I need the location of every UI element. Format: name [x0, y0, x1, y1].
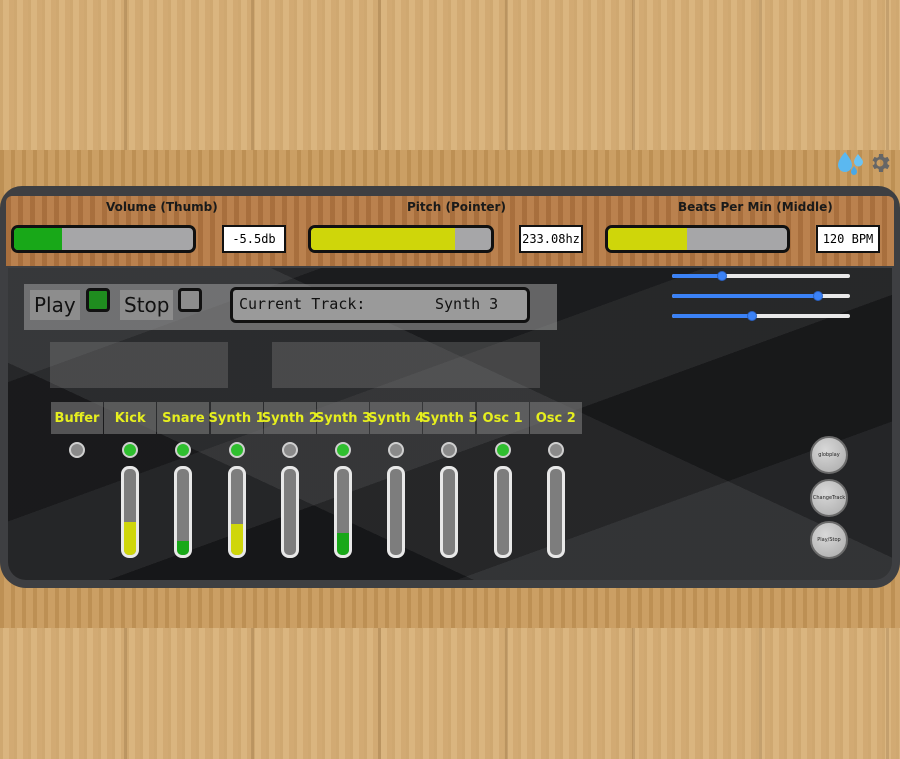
play-indicator [86, 288, 110, 312]
channel-label[interactable]: Synth 4 [368, 402, 424, 434]
channel-level-slider[interactable] [227, 466, 246, 558]
volume-meter-fill [14, 228, 63, 250]
stop-indicator [178, 288, 202, 312]
channel-active-indicator[interactable] [441, 442, 458, 458]
channel-level-slider[interactable] [174, 466, 193, 558]
pitch-meter[interactable] [308, 225, 494, 253]
channel-label[interactable]: Buffer [51, 402, 103, 434]
channel-label[interactable]: Synth 1 [209, 402, 265, 434]
channel-label[interactable]: Osc 2 [529, 402, 582, 434]
channel-active-indicator[interactable] [228, 442, 245, 458]
range-slider-fill [672, 274, 722, 278]
channel-label[interactable]: Kick [104, 402, 157, 434]
current-track-label: Current Track: [239, 295, 366, 313]
volume-label: Volume (Thumb) [106, 200, 218, 214]
channel-active-indicator[interactable] [494, 442, 511, 458]
channel-level-slider[interactable] [546, 466, 565, 558]
water-drops-icon[interactable] [836, 150, 866, 176]
range-slider-thumb[interactable] [747, 311, 758, 321]
gear-icon[interactable] [868, 151, 892, 175]
channel-level-slider[interactable] [387, 466, 406, 558]
mixer-device: Volume (Thumb) -5.5db Pitch (Pointer) 23… [0, 186, 900, 588]
bpm-meter-fill [608, 228, 687, 250]
channel-active-indicator[interactable] [281, 442, 298, 458]
channel-label[interactable]: Synth 3 [315, 402, 371, 434]
range-slider-2[interactable] [672, 291, 850, 301]
range-slider-1[interactable] [672, 271, 850, 281]
channel-level-slider[interactable] [493, 466, 512, 558]
channel-level-slider[interactable] [280, 466, 299, 558]
channel-active-indicator[interactable] [69, 442, 85, 458]
play-stop-button[interactable]: Play/Stop [810, 521, 848, 559]
play-button[interactable]: Play [30, 290, 80, 320]
mixer-main-panel: Play Stop Current Track: Synth 3 Buffer K… [8, 268, 892, 580]
bpm-readout: 120 BPM [816, 225, 880, 253]
range-slider-thumb[interactable] [716, 271, 727, 281]
current-track-value: Synth 3 [435, 295, 499, 313]
channel-level-fill [337, 532, 349, 555]
empty-panel-right [272, 342, 540, 388]
channel-level-fill [230, 524, 243, 555]
top-icons [836, 150, 892, 176]
channel-active-indicator[interactable] [175, 442, 192, 458]
globplay-button[interactable]: globplay [810, 436, 848, 474]
channel-label[interactable]: Synth 5 [421, 402, 477, 434]
range-slider-fill [672, 314, 753, 318]
channel-label[interactable]: Snare [157, 402, 210, 434]
range-slider-fill [672, 294, 818, 298]
pitch-label: Pitch (Pointer) [407, 200, 506, 214]
channel-level-slider[interactable] [334, 466, 352, 558]
volume-readout: -5.5db [222, 225, 286, 253]
channel-label[interactable]: Synth 2 [262, 402, 318, 434]
stop-button[interactable]: Stop [120, 290, 174, 320]
channel-level-slider[interactable] [440, 466, 459, 558]
change-track-button[interactable]: ChangeTrack [810, 479, 848, 517]
channel-active-indicator[interactable] [388, 442, 405, 458]
channel-level-fill [177, 541, 190, 555]
volume-meter[interactable] [11, 225, 196, 253]
range-slider-thumb[interactable] [812, 291, 823, 301]
meter-header: Volume (Thumb) -5.5db Pitch (Pointer) 23… [6, 196, 894, 266]
pitch-readout: 233.08hz [519, 225, 583, 253]
empty-panel-left [50, 342, 228, 388]
bpm-meter[interactable] [605, 225, 790, 253]
bpm-label: Beats Per Min (Middle) [678, 200, 833, 214]
channel-active-indicator[interactable] [335, 442, 351, 458]
channel-level-slider[interactable] [121, 466, 140, 558]
channel-level-fill [124, 522, 137, 555]
current-track-display: Current Track: Synth 3 [230, 287, 530, 323]
channel-active-indicator[interactable] [547, 442, 564, 458]
channel-active-indicator[interactable] [122, 442, 139, 458]
pitch-meter-fill [311, 228, 455, 250]
range-slider-3[interactable] [672, 311, 850, 321]
transport-bar: Play Stop Current Track: Synth 3 [24, 284, 557, 330]
channel-label[interactable]: Osc 1 [476, 402, 529, 434]
